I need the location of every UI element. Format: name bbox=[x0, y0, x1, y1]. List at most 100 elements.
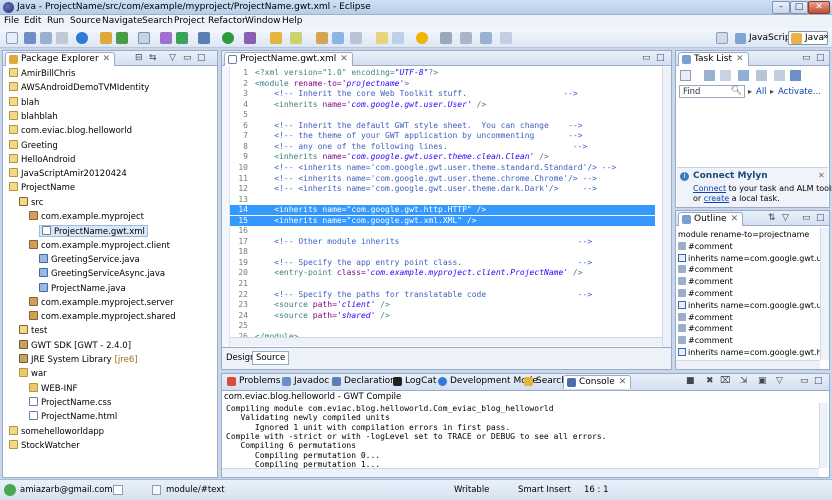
gwt-icon[interactable] bbox=[76, 32, 88, 44]
tree-item[interactable]: Greeting bbox=[9, 139, 58, 152]
search-icon[interactable]: 🔍︎ bbox=[731, 86, 742, 96]
maximize-view-icon[interactable]: □ bbox=[197, 53, 206, 63]
outline-item[interactable]: #comment bbox=[678, 276, 733, 287]
tree-item[interactable]: blahblah bbox=[9, 110, 58, 123]
menu-window[interactable]: Window bbox=[245, 16, 281, 26]
link-editor-icon[interactable]: ⇆ bbox=[149, 53, 157, 63]
remove-launch-icon[interactable]: ✖ bbox=[706, 376, 714, 386]
editor-horizontal-scrollbar[interactable] bbox=[230, 337, 662, 346]
hide-completed-icon[interactable] bbox=[756, 70, 767, 81]
code-line[interactable]: 1 <?xml version="1.0" encoding="UTF-8"?> bbox=[230, 68, 655, 78]
open-task-icon[interactable] bbox=[316, 32, 328, 44]
perspective-java[interactable]: Java bbox=[788, 31, 829, 45]
code-line[interactable]: 15 <inherits name="com.google.gwt.xml.XM… bbox=[230, 215, 655, 226]
maximize-button[interactable]: □ bbox=[790, 1, 808, 14]
console-vertical-scrollbar[interactable] bbox=[819, 403, 828, 468]
code-line[interactable]: 17 <!-- Other module inherits --> bbox=[230, 237, 655, 247]
minimize-view-icon[interactable]: ▭ bbox=[642, 53, 651, 63]
edit-icon[interactable] bbox=[350, 32, 362, 44]
task-find-field[interactable]: Find 🔍︎ bbox=[679, 85, 745, 98]
android-avd-icon[interactable] bbox=[176, 32, 188, 44]
code-line[interactable]: 13 bbox=[230, 195, 655, 205]
close-tab-icon[interactable]: ✕ bbox=[103, 54, 111, 64]
code-area[interactable]: 1 <?xml version="1.0" encoding="UTF-8"?> 2… bbox=[230, 68, 655, 346]
code-line[interactable]: 23 <source path='client' /> bbox=[230, 300, 655, 310]
code-line[interactable]: 7 <!-- the theme of your GWT application… bbox=[230, 131, 655, 141]
code-line[interactable]: 16 bbox=[230, 226, 655, 236]
new-icon[interactable] bbox=[6, 32, 18, 44]
android-sdk-icon[interactable] bbox=[160, 32, 172, 44]
tree-item[interactable]: HelloAndroid bbox=[9, 153, 75, 166]
minimize-view-icon[interactable]: ▭ bbox=[800, 376, 809, 386]
tree-item[interactable]: GWT SDK [GWT - 2.4.0] bbox=[19, 339, 131, 352]
menu-help[interactable]: Help bbox=[282, 16, 303, 26]
create-link[interactable]: create bbox=[704, 194, 729, 203]
minimize-view-icon[interactable]: ▭ bbox=[802, 213, 811, 223]
new-java-project-icon[interactable] bbox=[116, 32, 128, 44]
tree-item[interactable]: war bbox=[19, 368, 47, 380]
pin-console-icon[interactable]: ⇲ bbox=[740, 376, 748, 386]
code-line[interactable]: 10 <!-- <inherits name='com.google.gwt.u… bbox=[230, 163, 655, 173]
code-line[interactable]: 12 <!-- <inherits name='com.google.gwt.u… bbox=[230, 184, 655, 194]
code-line[interactable]: 2 <module rename-to='projectname'> bbox=[230, 79, 655, 89]
clear-console-icon[interactable]: ⌧ bbox=[720, 376, 730, 386]
outline-item[interactable]: #comment bbox=[678, 312, 733, 323]
build-icon[interactable] bbox=[138, 32, 150, 44]
outline-horizontal-scrollbar[interactable] bbox=[676, 360, 820, 369]
tree-item[interactable]: ProjectName.html bbox=[29, 411, 117, 423]
outline-item[interactable]: module rename-to=projectname bbox=[678, 229, 809, 240]
tree-item[interactable]: com.eviac.blog.helloworld bbox=[9, 125, 132, 137]
code-line[interactable]: 14 <inherits name="com.google.gwt.http.H… bbox=[230, 205, 655, 216]
tab-package-explorer[interactable]: Package Explorer ✕ bbox=[5, 52, 116, 66]
run-icon[interactable] bbox=[222, 32, 234, 44]
close-button[interactable]: ✕ bbox=[808, 1, 830, 14]
tree-item[interactable]: ProjectName bbox=[9, 182, 75, 194]
tab-javadoc[interactable]: Javadoc bbox=[279, 375, 333, 389]
back-icon[interactable] bbox=[480, 32, 492, 44]
tab-logcat[interactable]: LogCat bbox=[390, 375, 440, 389]
tree-item[interactable]: AmirBillChris bbox=[9, 68, 75, 80]
outline-item[interactable]: #comment bbox=[678, 264, 733, 275]
tree-item[interactable]: com.example.myproject.server bbox=[29, 296, 174, 309]
open-type-icon[interactable] bbox=[100, 32, 112, 44]
tree-item[interactable]: ProjectName.gwt.xml bbox=[39, 225, 148, 238]
external-tools-icon[interactable] bbox=[244, 32, 256, 44]
tree-item[interactable]: ProjectName.java bbox=[39, 282, 126, 295]
outline-item[interactable]: inherits name=com.google.gwt.user. bbox=[678, 253, 820, 264]
terminate-icon[interactable]: ■ bbox=[686, 376, 695, 386]
outline-item[interactable]: #comment bbox=[678, 288, 733, 299]
code-line[interactable]: 24 <source path='shared' /> bbox=[230, 311, 655, 321]
last-edit-icon[interactable] bbox=[460, 32, 472, 44]
view-menu-icon[interactable]: ▽ bbox=[782, 213, 789, 223]
tree-item[interactable]: ProjectName.css bbox=[29, 396, 111, 409]
minimize-view-icon[interactable]: ▭ bbox=[183, 53, 192, 63]
print-icon[interactable] bbox=[56, 32, 68, 44]
more-perspectives-chevron[interactable]: » bbox=[823, 32, 829, 42]
code-line[interactable]: 22 <!-- Specify the paths for translatab… bbox=[230, 290, 655, 300]
new-class-icon[interactable] bbox=[270, 32, 282, 44]
tree-item[interactable]: somehelloworldapp bbox=[9, 425, 104, 438]
tree-item[interactable]: JavaScriptAmir20120424 bbox=[9, 168, 127, 180]
sync-icon[interactable] bbox=[790, 70, 801, 81]
pin-icon[interactable] bbox=[440, 32, 452, 44]
menu-source[interactable]: Source bbox=[70, 16, 101, 26]
menu-edit[interactable]: Edit bbox=[24, 16, 41, 26]
maximize-view-icon[interactable]: □ bbox=[656, 53, 665, 63]
code-line[interactable]: 18 bbox=[230, 247, 655, 257]
close-mylyn-icon[interactable]: ✕ bbox=[818, 171, 825, 180]
user-icon[interactable] bbox=[4, 484, 16, 496]
tab-source[interactable]: Source bbox=[252, 351, 290, 365]
menu-refactor[interactable]: Refactor bbox=[208, 16, 246, 26]
close-tab-icon[interactable]: ✕ bbox=[731, 214, 739, 224]
outline-item[interactable]: #comment bbox=[678, 323, 733, 334]
open-console-icon[interactable]: ▽ bbox=[776, 376, 783, 386]
close-tab-icon[interactable]: ✕ bbox=[619, 377, 627, 387]
collapse-icon[interactable] bbox=[774, 70, 785, 81]
tab-projectname-gwt-xml[interactable]: ProjectName.gwt.xml ✕ bbox=[224, 52, 353, 66]
minimize-button[interactable]: – bbox=[772, 1, 790, 14]
tab-task-list[interactable]: Task List ✕ bbox=[678, 52, 749, 66]
tree-item[interactable]: StockWatcher bbox=[9, 439, 80, 452]
forward-icon[interactable] bbox=[500, 32, 512, 44]
menu-search[interactable]: Search bbox=[142, 16, 173, 26]
console-horizontal-scrollbar[interactable] bbox=[222, 468, 819, 477]
